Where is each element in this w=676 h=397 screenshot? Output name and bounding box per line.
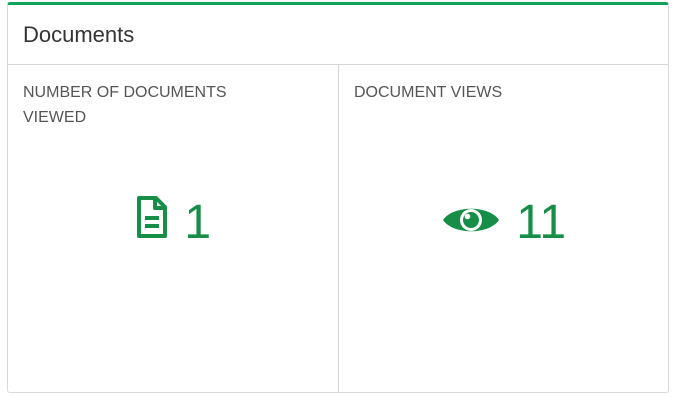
stat-value-row: 11 — [339, 193, 668, 251]
document-views-count: 11 — [516, 196, 567, 250]
documents-viewed-count: 1 — [184, 196, 212, 250]
stat-label: NUMBER OF DOCUMENTS VIEWED — [23, 84, 227, 126]
stat-document-views: DOCUMENT VIEWS 11 — [339, 65, 668, 392]
stat-documents-viewed: NUMBER OF DOCUMENTS VIEWED 1 — [8, 65, 339, 392]
document-icon — [135, 194, 169, 253]
stat-label: DOCUMENT VIEWS — [354, 84, 503, 101]
stat-value-row: 1 — [8, 193, 338, 253]
panel-title: Documents — [23, 22, 135, 47]
eye-icon — [441, 195, 501, 251]
documents-panel: Documents NUMBER OF DOCUMENTS VIEWED 1 D… — [7, 2, 669, 393]
panel-header: Documents — [8, 5, 668, 65]
